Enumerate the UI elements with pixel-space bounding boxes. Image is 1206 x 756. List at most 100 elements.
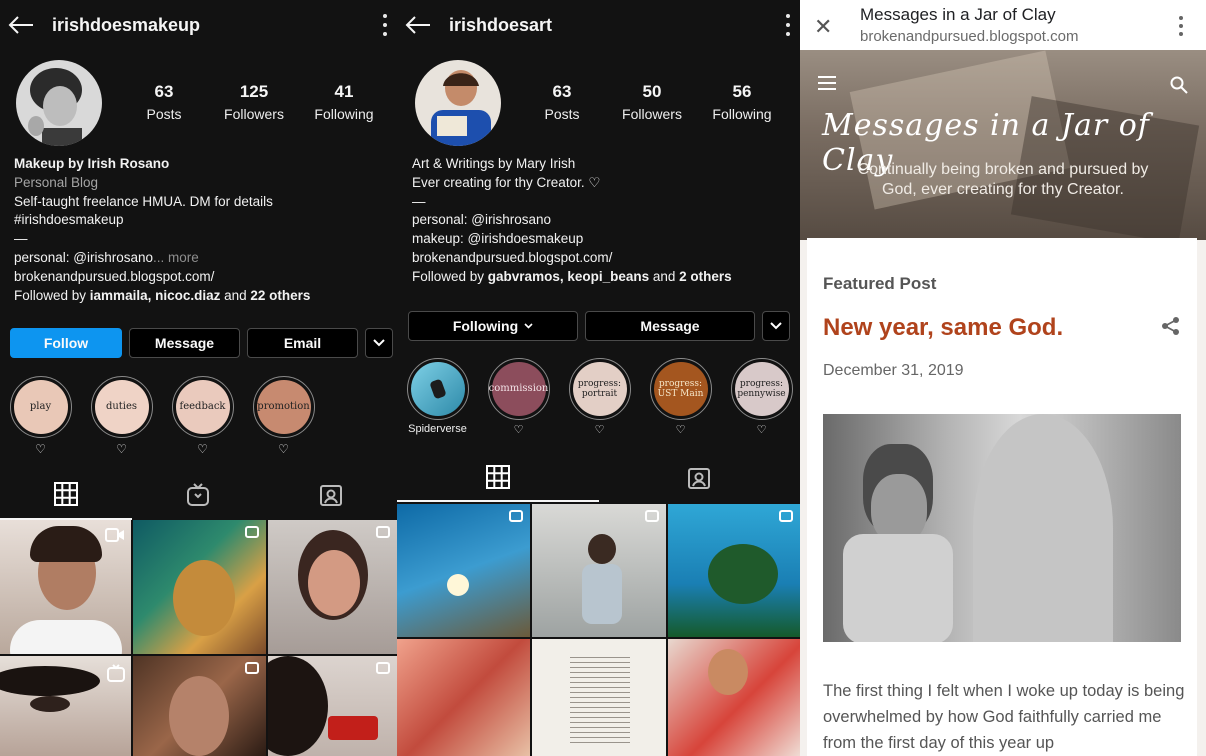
followed-prefix: Followed by (14, 287, 90, 303)
featured-post-card: Featured Post New year, same God. Decemb… (807, 238, 1197, 756)
tab-tagged[interactable] (265, 470, 397, 520)
tagged-icon (319, 485, 342, 506)
highlight-duties[interactable]: duties ♡ (81, 376, 162, 456)
profile-actions: Following Message (408, 311, 790, 341)
stat-label: Following (712, 106, 772, 122)
tab-grid[interactable] (397, 454, 599, 502)
search-icon[interactable] (1170, 76, 1188, 94)
post-image[interactable] (823, 414, 1181, 642)
post-thumbnail[interactable] (668, 639, 800, 756)
profile-irishdoesart: irishdoesart 63 Posts 50 Followers 56 Follo… (397, 0, 800, 756)
featured-label: Featured Post (823, 274, 937, 293)
video-icon (105, 528, 124, 542)
post-date: December 31, 2019 (823, 362, 964, 379)
profile-bio: Art & Writings by Mary Irish Ever creati… (412, 155, 732, 287)
highlight-spiderverse[interactable]: Spiderverse (397, 358, 478, 437)
share-icon[interactable] (1161, 316, 1181, 336)
highlight-portrait[interactable]: progress: portrait ♡ (559, 358, 640, 437)
followed-by[interactable]: Followed by gabvramos, keopi_beans and 2… (412, 268, 732, 287)
highlight-pennywise[interactable]: progress: pennywise ♡ (721, 358, 800, 437)
stat-number: 63 (154, 82, 174, 101)
highlight-ring: feedback (171, 376, 234, 438)
profile-stats: 63 Posts 125 Followers 41 Following (119, 82, 389, 122)
figure-silhouette (428, 378, 447, 400)
profile-handle: irishdoesmakeup (52, 14, 201, 35)
stat-label: Posts (544, 106, 580, 122)
highlight-ring: progress: pennywise (730, 358, 793, 420)
post-grid (397, 504, 800, 756)
followed-others: 22 others (250, 287, 311, 303)
post-thumbnail[interactable] (0, 520, 131, 654)
bio-hashtag[interactable]: #irishdoesmakeup (14, 211, 310, 230)
suggested-dropdown-button[interactable] (365, 328, 393, 358)
post-thumbnail[interactable] (397, 504, 530, 637)
heart-icon: ♡ (513, 424, 524, 436)
email-button[interactable]: Email (247, 328, 358, 358)
stat-posts[interactable]: 63 Posts (517, 82, 607, 122)
stat-following[interactable]: 41 Following (299, 82, 389, 122)
bio-line: Self-taught freelance HMUA. DM for detai… (14, 193, 273, 209)
post-thumbnail[interactable] (397, 639, 530, 756)
tagline-line: God, ever creating for thy Creator. (882, 181, 1124, 198)
close-icon[interactable]: ✕ (814, 14, 832, 40)
followed-prefix: Followed by (412, 268, 488, 284)
more-options-icon[interactable] (381, 14, 389, 36)
menu-icon[interactable] (818, 76, 836, 90)
bio-website-link[interactable]: brokenandpursued.blogspot.com/ (14, 268, 310, 287)
stat-number: 50 (642, 82, 662, 101)
highlight-ring: commission (487, 358, 550, 420)
followed-users: iammaila, nicoc.diaz (89, 287, 221, 303)
post-thumbnail[interactable] (133, 520, 266, 654)
follow-button[interactable]: Follow (10, 328, 122, 358)
post-thumbnail[interactable] (532, 639, 666, 756)
multiple-photos-icon (779, 510, 793, 522)
message-button[interactable]: Message (129, 328, 240, 358)
following-button[interactable]: Following (408, 311, 578, 341)
image-figure (843, 534, 953, 642)
post-thumbnail[interactable] (532, 504, 666, 637)
highlight-promotion[interactable]: promotion ♡ (243, 376, 324, 456)
post-grid (0, 520, 397, 756)
highlight-label: duties (94, 380, 149, 434)
tab-tagged[interactable] (599, 454, 801, 502)
grid-icon (54, 482, 79, 506)
message-button[interactable]: Message (585, 311, 755, 341)
tab-grid[interactable] (0, 470, 133, 520)
suggested-dropdown-button[interactable] (762, 311, 790, 341)
post-thumbnail[interactable] (133, 656, 266, 756)
highlight-commission[interactable]: commission ♡ (478, 358, 559, 437)
text-page-image (570, 657, 630, 747)
post-thumbnail[interactable] (0, 656, 131, 756)
post-thumbnail[interactable] (268, 520, 397, 654)
top-bar: irishdoesart (397, 0, 800, 50)
post-thumbnail[interactable] (668, 504, 800, 637)
heart-icon: ♡ (594, 424, 605, 436)
top-bar: irishdoesmakeup (0, 0, 397, 50)
stat-following[interactable]: 56 Following (697, 82, 787, 122)
post-thumbnail[interactable] (268, 656, 397, 756)
more-options-icon[interactable] (784, 14, 792, 36)
back-arrow-icon[interactable] (405, 12, 431, 38)
avatar[interactable] (16, 60, 102, 146)
stat-followers[interactable]: 50 Followers (607, 82, 697, 122)
blog-browser: ✕ Messages in a Jar of Clay brokenandpur… (800, 0, 1206, 756)
highlight-play[interactable]: play ♡ (0, 376, 81, 456)
stat-followers[interactable]: 125 Followers (209, 82, 299, 122)
stat-posts[interactable]: 63 Posts (119, 82, 209, 122)
highlight-feedback[interactable]: feedback ♡ (162, 376, 243, 456)
avatar[interactable] (415, 60, 501, 146)
bio-website-link[interactable]: brokenandpursued.blogspot.com/ (412, 249, 732, 268)
back-arrow-icon[interactable] (8, 12, 34, 38)
more-link[interactable]: ... more (153, 250, 199, 265)
more-options-icon[interactable] (1178, 16, 1184, 36)
profile-irishdoesmakeup: irishdoesmakeup 63 Posts 125 Followers 41 F… (0, 0, 397, 756)
multiple-photos-icon (376, 662, 390, 674)
highlight-ring: play (9, 376, 72, 438)
followed-by[interactable]: Followed by iammaila, nicoc.diaz and 22 … (14, 287, 310, 306)
highlight-ust-main[interactable]: progress: UST Main ♡ (640, 358, 721, 437)
heart-icon: ♡ (35, 442, 46, 456)
post-title[interactable]: New year, same God. (823, 314, 1063, 342)
tab-igtv[interactable] (132, 470, 264, 520)
heart-icon: ♡ (675, 424, 686, 436)
heart-icon: ♡ (116, 442, 127, 456)
